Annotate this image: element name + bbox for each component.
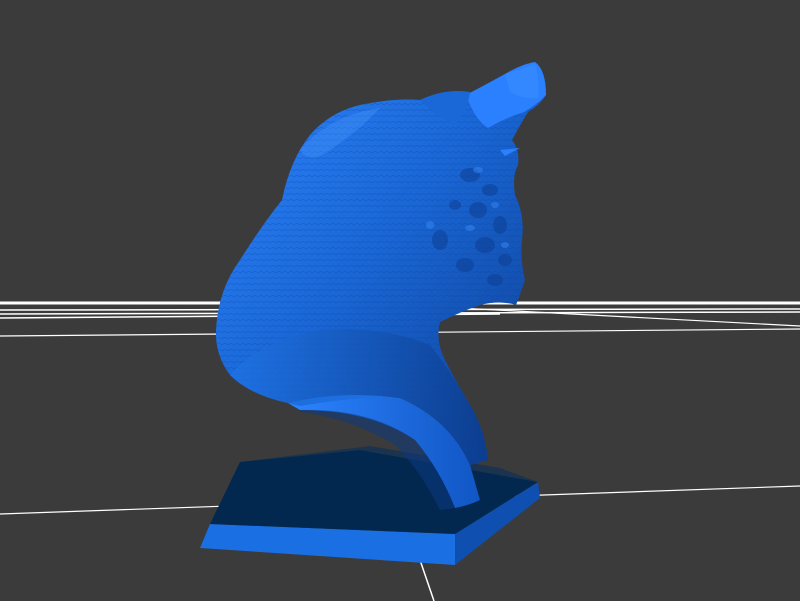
grid-line: [419, 559, 435, 601]
3d-viewport[interactable]: [0, 0, 800, 601]
scene-canvas[interactable]: [0, 0, 800, 601]
model-base[interactable]: [200, 446, 540, 565]
